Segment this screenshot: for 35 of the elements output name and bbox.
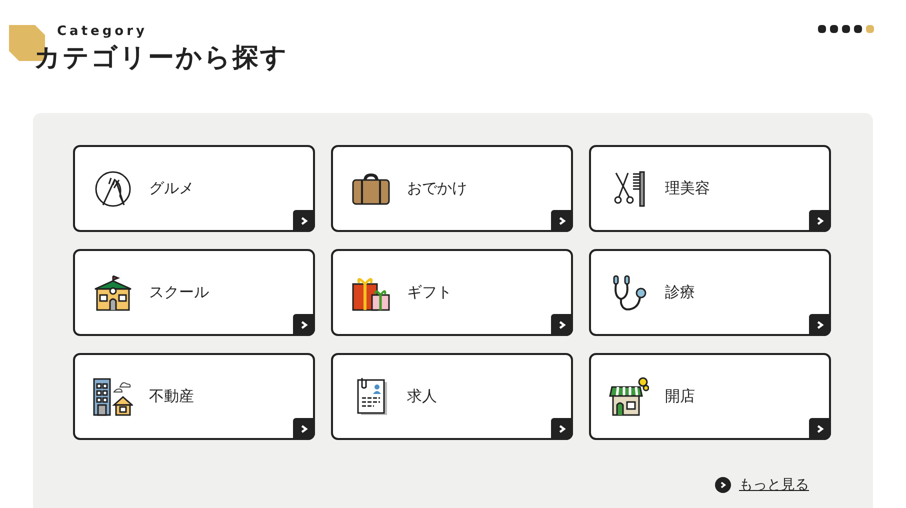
more-link[interactable]: もっと見る xyxy=(715,476,809,494)
category-card[interactable]: 診療 xyxy=(589,249,831,336)
category-label: グルメ xyxy=(149,179,194,198)
category-card[interactable]: 理美容 xyxy=(589,145,831,232)
chevron-icon xyxy=(809,314,831,336)
chevron-icon xyxy=(293,314,315,336)
office-building-icon xyxy=(93,376,133,416)
chevron-icon xyxy=(551,418,573,440)
category-card[interactable]: スクール xyxy=(73,249,315,336)
chevron-icon xyxy=(551,314,573,336)
chevron-icon xyxy=(293,418,315,440)
category-label: スクール xyxy=(149,283,209,302)
category-label: 求人 xyxy=(407,387,437,406)
category-label: 開店 xyxy=(665,387,695,406)
category-card[interactable]: ギフト xyxy=(331,249,573,336)
category-card[interactable]: グルメ xyxy=(73,145,315,232)
category-label: 診療 xyxy=(665,283,695,302)
chevron-icon xyxy=(551,210,573,232)
chevron-icon xyxy=(809,418,831,440)
category-card[interactable]: 開店 xyxy=(589,353,831,440)
category-label: ギフト xyxy=(407,283,452,302)
category-card[interactable]: 求人 xyxy=(331,353,573,440)
chevron-icon xyxy=(293,210,315,232)
shop-front-icon xyxy=(609,376,649,416)
plate-cutlery-icon xyxy=(93,168,133,208)
category-label: 理美容 xyxy=(665,179,710,198)
category-card[interactable]: 不動産 xyxy=(73,353,315,440)
category-label: 不動産 xyxy=(149,387,194,406)
section-title: カテゴリーから探す xyxy=(34,42,288,74)
chevron-icon xyxy=(809,210,831,232)
school-building-icon xyxy=(93,272,133,312)
category-card[interactable]: おでかけ xyxy=(331,145,573,232)
category-label: おでかけ xyxy=(407,179,467,198)
chevron-circle-icon xyxy=(715,477,731,493)
section-eyebrow: Category xyxy=(57,24,148,40)
